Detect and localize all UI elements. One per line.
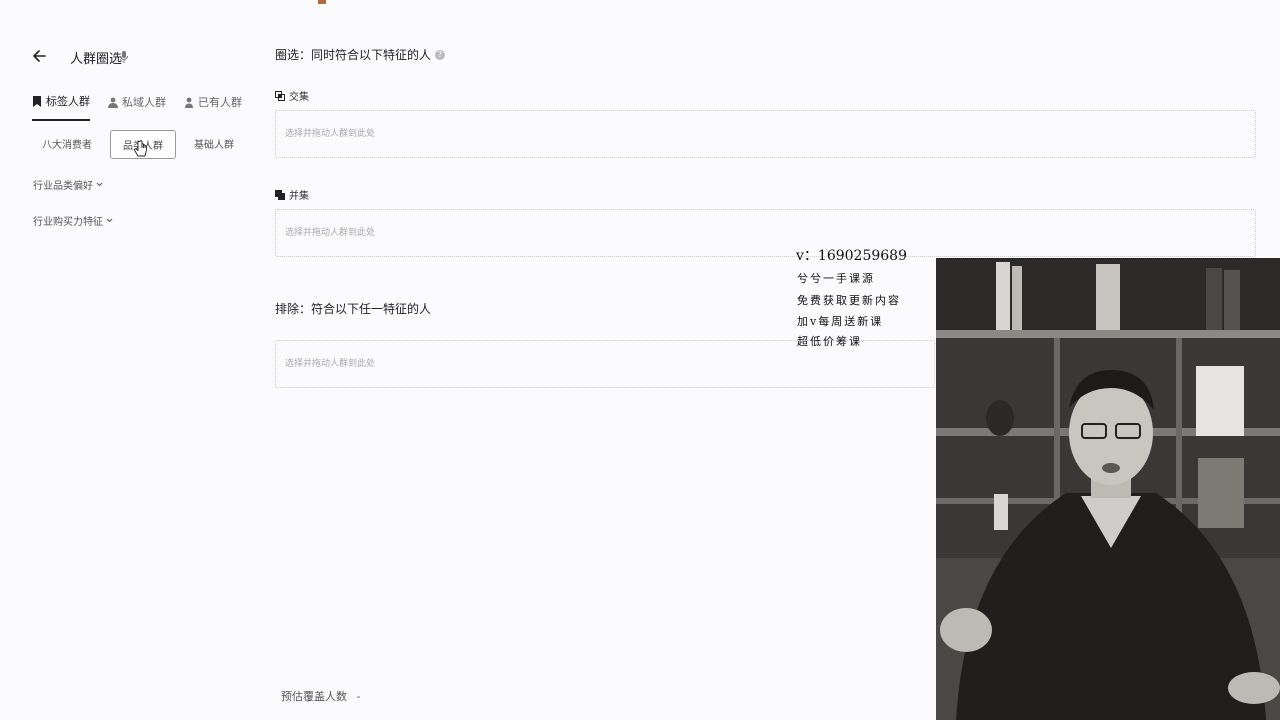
- crowd-type-tabs: 标签人群 私域人群 已有人群: [32, 93, 242, 121]
- overlay-line: 超低价筹课: [797, 335, 862, 348]
- chip-basic-crowd[interactable]: 基础人群: [186, 130, 242, 159]
- tab-existing-crowd[interactable]: 已有人群: [184, 93, 242, 121]
- overlay-line: 兮兮一手课源: [797, 272, 875, 285]
- tab-private-crowd[interactable]: 私域人群: [108, 93, 166, 121]
- intersection-label: 交集: [289, 92, 309, 103]
- chip-eight-consumers[interactable]: 八大消费者: [34, 130, 100, 159]
- union-dropzone[interactable]: 选择并拖动人群到此处: [275, 209, 1256, 257]
- dropzone-placeholder: 选择并拖动人群到此处: [285, 129, 376, 139]
- category-label: 行业品类偏好: [33, 181, 93, 192]
- tab-tag-crowd[interactable]: 标签人群: [32, 93, 90, 121]
- estimated-coverage: 预估覆盖人数 -: [281, 688, 360, 704]
- category-label: 行业购买力特征: [33, 217, 103, 228]
- hand-cursor-icon: [134, 140, 148, 158]
- union-icon: [275, 189, 285, 200]
- intersection-dropzone[interactable]: 选择并拖动人群到此处: [275, 110, 1256, 158]
- help-icon[interactable]: ?: [435, 49, 446, 60]
- category-industry-preference[interactable]: 行业品类偏好: [33, 177, 103, 192]
- intersection-icon: [275, 90, 285, 101]
- category-purchasing-power[interactable]: 行业购买力特征: [33, 213, 113, 228]
- chevron-down-icon: [106, 218, 113, 223]
- selection-title: 圈选：同时符合以下特征的人 ?: [275, 46, 446, 63]
- overlay-line: 加v每周送新课: [797, 315, 884, 328]
- webcam-scene: [936, 258, 1280, 720]
- union-header: 并集: [275, 187, 309, 202]
- webcam-video: [936, 258, 1280, 720]
- dropzone-placeholder: 选择并拖动人群到此处: [285, 228, 376, 238]
- dropzone-placeholder: 选择并拖动人群到此处: [285, 359, 376, 369]
- bookmark-icon: [33, 95, 41, 107]
- person-icon: [185, 97, 193, 108]
- estimate-label: 预估覆盖人数: [281, 690, 347, 703]
- tab-label: 私域人群: [122, 96, 166, 109]
- top-bar-marker: [318, 0, 326, 4]
- back-arrow-icon[interactable]: [30, 46, 50, 66]
- tab-label: 标签人群: [46, 95, 90, 108]
- exclude-title: 排除：符合以下任一特征的人: [275, 302, 432, 316]
- overlay-line: 免费获取更新内容: [797, 294, 901, 307]
- tab-label: 已有人群: [198, 96, 242, 109]
- union-label: 并集: [289, 191, 309, 202]
- microphone-icon[interactable]: [119, 49, 129, 63]
- panel-title: 人群圈选: [70, 52, 123, 67]
- estimate-value: -: [356, 690, 361, 703]
- chevron-down-icon: [96, 182, 103, 187]
- intersection-header: 交集: [275, 88, 309, 103]
- people-icon: [108, 97, 118, 108]
- selection-title-text: 圈选：同时符合以下特征的人: [275, 48, 432, 62]
- overlay-contact: v：1690259689: [796, 248, 907, 264]
